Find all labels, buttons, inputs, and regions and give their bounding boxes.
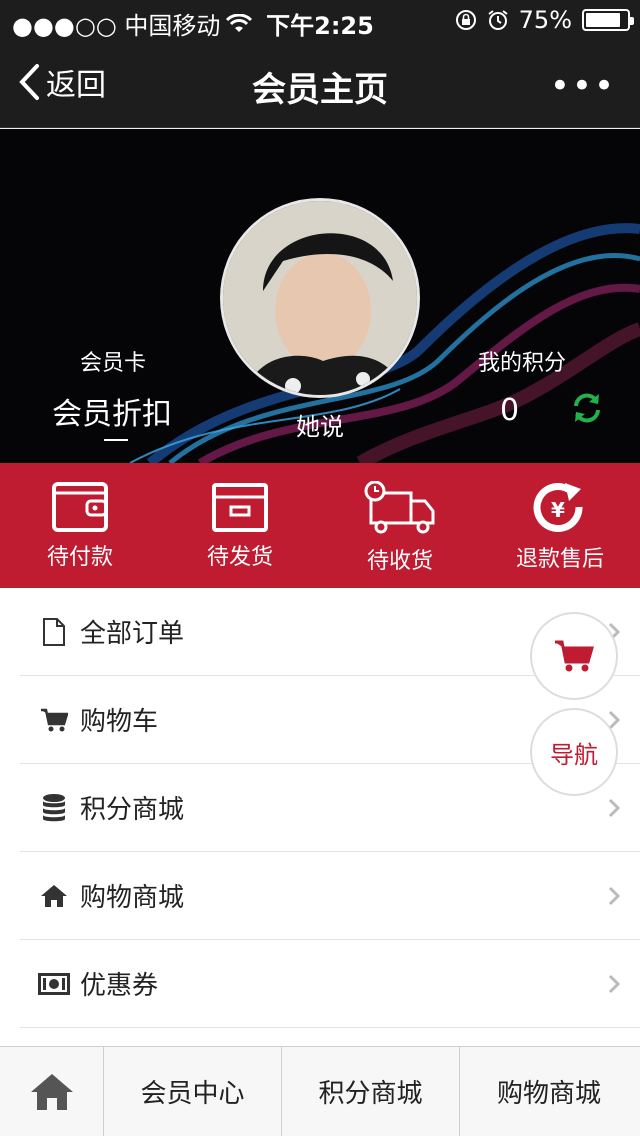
menu-item-label: 全部订单: [80, 619, 185, 649]
money-icon: [36, 972, 72, 995]
profile-header: 她说 会员卡 会员折扣 我的积分 0: [0, 129, 640, 463]
order-status-label: 待发货: [206, 545, 273, 570]
battery-icon: [582, 9, 634, 31]
orientation-lock-icon: [455, 10, 476, 30]
delivery-truck-icon: [364, 481, 435, 534]
tab-home[interactable]: [0, 1047, 104, 1136]
database-icon: [36, 793, 72, 823]
wallet-icon: [52, 482, 108, 532]
member-card-label: 会员卡: [80, 351, 147, 376]
svg-text:¥: ¥: [551, 498, 565, 522]
yen-refund-icon: ¥: [533, 483, 583, 532]
bottom-tab-bar: 会员中心 积分商城 购物商城: [0, 1046, 640, 1136]
member-card-underline: [104, 439, 128, 441]
floating-cart-button[interactable]: [530, 612, 618, 700]
order-status-bar: 待付款 待发货 待收货 ¥ 退款售后: [0, 463, 640, 588]
status-bar: ●●●○○ 中国移动 下午2:25 75%: [0, 0, 640, 40]
home-icon: [30, 1073, 73, 1110]
menu-item-label: 购物车: [80, 707, 159, 737]
tab-points-mall[interactable]: 积分商城: [282, 1047, 460, 1136]
more-menu-button[interactable]: •••: [550, 66, 616, 106]
box-icon: [212, 483, 268, 532]
chevron-right-icon: [608, 798, 620, 818]
navigation-bar: 返回 会员主页 •••: [0, 40, 640, 128]
menu-item-shopping-mall[interactable]: 购物商城: [20, 852, 640, 940]
order-pending-receipt[interactable]: 待收货: [320, 463, 480, 588]
cart-icon: [555, 640, 594, 672]
order-refund-aftersale[interactable]: ¥ 退款售后: [480, 463, 640, 588]
home-icon: [36, 883, 72, 909]
alarm-icon: [488, 10, 508, 30]
order-status-label: 退款售后: [515, 547, 604, 572]
order-status-label: 待付款: [46, 545, 113, 570]
floating-nav-button[interactable]: 导航: [530, 708, 618, 796]
order-pending-payment[interactable]: 待付款: [0, 463, 160, 588]
points-label: 我的积分: [478, 351, 567, 376]
menu-item-label: 购物商城: [80, 883, 185, 913]
avatar-portrait-icon: [223, 201, 417, 395]
tab-member-center[interactable]: 会员中心: [104, 1047, 282, 1136]
floating-nav-label: 导航: [550, 740, 598, 769]
document-icon: [36, 617, 72, 647]
order-pending-shipment[interactable]: 待发货: [160, 463, 320, 588]
tab-shopping-mall[interactable]: 购物商城: [460, 1047, 638, 1136]
refresh-icon[interactable]: [570, 391, 604, 429]
chevron-right-icon: [608, 974, 620, 994]
menu-item-label: 优惠券: [80, 971, 159, 1001]
points-value: 0: [500, 393, 520, 428]
avatar[interactable]: [220, 198, 420, 398]
chevron-right-icon: [608, 886, 620, 906]
battery-percent: 75%: [518, 6, 572, 34]
cart-icon: [36, 708, 72, 732]
page-title: 会员主页: [252, 70, 388, 110]
menu-item-coupons[interactable]: 优惠券: [20, 940, 640, 1028]
menu-item-label: 积分商城: [80, 795, 185, 825]
order-status-label: 待收货: [366, 549, 433, 574]
member-card-value[interactable]: 会员折扣: [52, 389, 172, 433]
